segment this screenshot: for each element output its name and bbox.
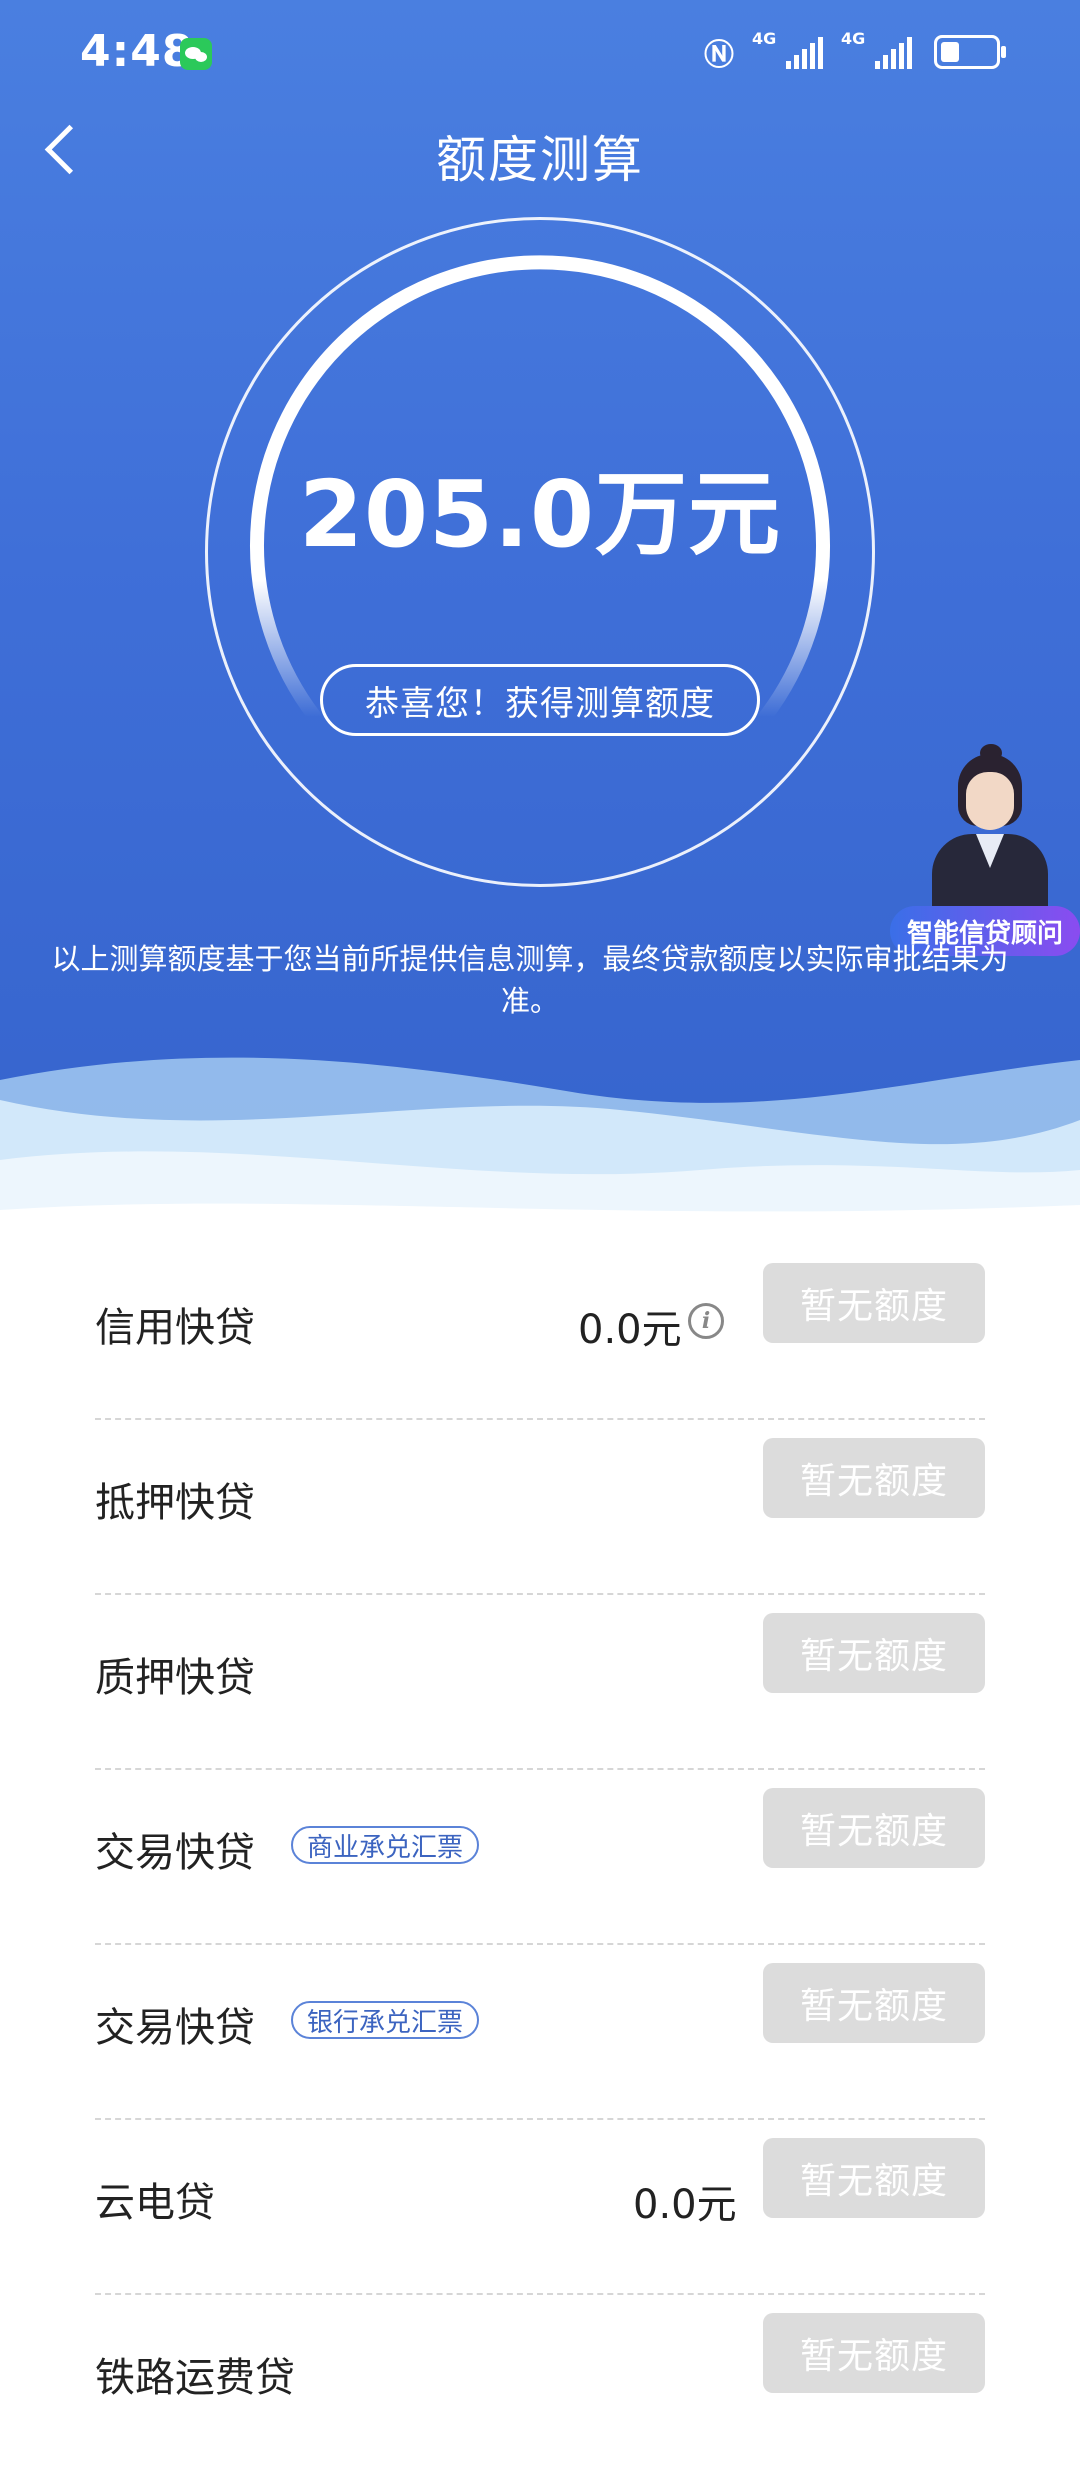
product-value: 0.0元: [578, 1307, 682, 1353]
list-item: 交易快贷 商业承兑汇票 暂无额度: [95, 1770, 985, 1945]
battery-icon: [934, 35, 1006, 69]
signal-icon: 4G: [752, 29, 823, 69]
wechat-icon: [180, 38, 212, 70]
network-label: 4G: [752, 29, 777, 48]
no-quota-button[interactable]: 暂无额度: [763, 1263, 985, 1343]
page-title: 额度测算: [436, 131, 644, 189]
product-name: 铁路运费贷: [95, 2355, 295, 2401]
congrats-badge: 恭喜您！获得测算额度: [320, 664, 760, 736]
status-icons: Ⓝ 4G 4G: [704, 29, 1006, 74]
product-tag: 商业承兑汇票: [291, 1826, 480, 1864]
no-quota-button[interactable]: 暂无额度: [763, 2313, 985, 2393]
nfc-icon: Ⓝ: [704, 38, 734, 73]
list-item: 抵押快贷 暂无额度: [95, 1420, 985, 1595]
no-quota-button[interactable]: 暂无额度: [763, 1613, 985, 1693]
hero-section: 4:48 Ⓝ 4G 4G 额度测算 205.0万元 恭喜您！获得测算额度 智能信…: [0, 0, 1080, 1240]
estimated-amount: 205.0万元: [298, 461, 781, 568]
wave-decoration: [0, 1057, 1080, 1240]
list-item: 铁路运费贷 暂无额度: [95, 2295, 985, 2470]
product-name: 云电贷: [95, 2180, 215, 2226]
no-quota-button[interactable]: 暂无额度: [763, 2138, 985, 2218]
list-item: 交易快贷 银行承兑汇票 暂无额度: [95, 1945, 985, 2120]
product-tag: 银行承兑汇票: [291, 2001, 480, 2039]
no-quota-button[interactable]: 暂无额度: [763, 1963, 985, 2043]
product-name: 信用快贷: [95, 1305, 255, 1351]
status-bar: 4:48 Ⓝ 4G 4G: [0, 0, 1080, 110]
product-name: 抵押快贷: [95, 1480, 255, 1526]
no-quota-button[interactable]: 暂无额度: [763, 1438, 985, 1518]
status-time: 4:48: [80, 26, 194, 77]
list-item: 云电贷 0.0元 暂无额度: [95, 2120, 985, 2295]
product-name: 质押快贷: [95, 1655, 255, 1701]
advisor-avatar: [920, 744, 1060, 910]
smart-credit-advisor[interactable]: 智能信贷顾问: [890, 744, 1080, 960]
product-value: 0.0元: [633, 2182, 737, 2228]
product-name: 交易快贷: [95, 1830, 255, 1876]
product-name: 交易快贷: [95, 2005, 255, 2051]
list-item: 信用快贷 0.0元 i 暂无额度: [95, 1245, 985, 1420]
product-list: 信用快贷 0.0元 i 暂无额度 抵押快贷 暂无额度 质押快贷 暂无额度 交易快…: [95, 1245, 985, 2470]
disclaimer-text: 以上测算额度基于您当前所提供信息测算，最终贷款额度以实际审批结果为准。: [51, 942, 1009, 1018]
no-quota-button[interactable]: 暂无额度: [763, 1788, 985, 1868]
list-item: 质押快贷 暂无额度: [95, 1595, 985, 1770]
signal-icon-2: 4G: [841, 29, 912, 69]
info-icon[interactable]: i: [688, 1303, 724, 1339]
network-label-2: 4G: [841, 29, 866, 48]
